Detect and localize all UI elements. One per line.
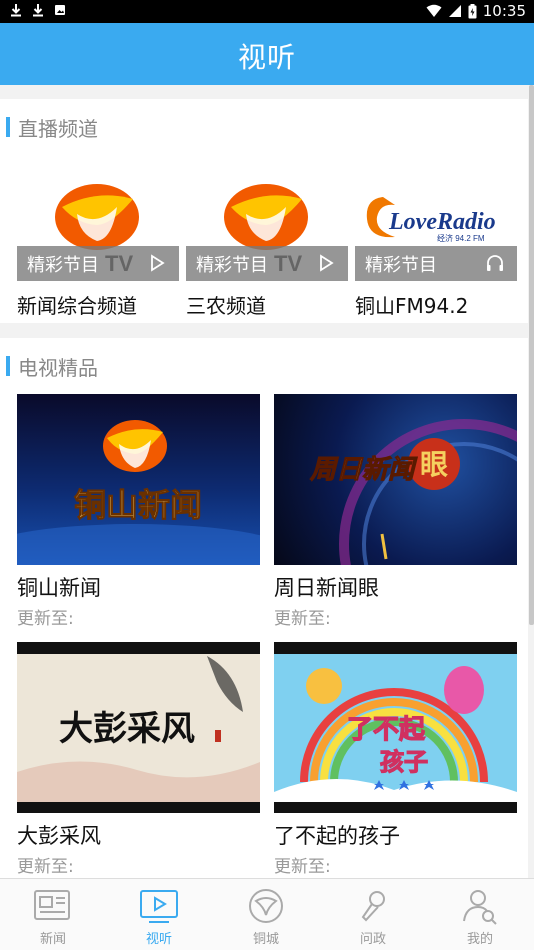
tv-programs-section: 电视精品 铜山新闻 铜山新闻 更新至: 周日新闻 眼 周日新闻眼 更新至: 大彭… (0, 338, 528, 878)
program-update-label: 更新至: (17, 609, 74, 629)
channel-thumbnail[interactable]: TV 精彩节目 (17, 169, 179, 281)
status-bar-left-icons (10, 3, 66, 17)
program-artwork: 了不起 孩子 (274, 654, 517, 802)
video-play-icon (140, 890, 178, 923)
radio-logo-subtext: 经济 94.2 FM (437, 233, 485, 243)
city-emblem-icon (249, 889, 283, 923)
nav-label: 视听 (145, 932, 172, 947)
program-name[interactable]: 大彭采风 (17, 820, 101, 850)
channel-overlay: 精彩节目 (186, 246, 348, 281)
scrollbar[interactable] (529, 85, 534, 625)
channel-name[interactable]: 三农频道 (186, 290, 266, 319)
wifi-icon (426, 4, 442, 17)
nav-label: 我的 (466, 932, 493, 947)
section-header: 直播频道 (6, 116, 98, 141)
channel-overlay: 精彩节目 (17, 246, 179, 281)
program-name[interactable]: 周日新闻眼 (274, 572, 379, 602)
main-content[interactable]: 直播频道 TV 精彩节目 新闻综合频道 (0, 85, 528, 878)
overlay-label: 精彩节目 (27, 255, 99, 276)
channel-thumbnail[interactable]: LoveRadio 经济 94.2 FM 精彩节目 (355, 169, 517, 281)
nav-label: 问政 (359, 932, 386, 947)
live-channels-section: 直播频道 TV 精彩节目 新闻综合频道 (0, 99, 528, 323)
overlay-label: 精彩节目 (365, 255, 437, 276)
program-image[interactable]: 大彭采风 (17, 642, 260, 813)
program-image-text: 了不起 (347, 715, 426, 745)
section-accent-bar (6, 356, 10, 376)
program-update-label: 更新至: (274, 609, 331, 629)
program-image-text: 铜山新闻 (74, 486, 202, 524)
title-bar: 视听 (0, 23, 534, 85)
download-icon (11, 4, 21, 17)
battery-icon (468, 3, 477, 18)
overlay-label: 精彩节目 (196, 255, 268, 276)
program-image[interactable]: 铜山新闻 (17, 394, 260, 565)
program-image-text: 孩子 (380, 748, 428, 776)
status-bar-right: 10:35 (426, 2, 526, 20)
nav-item-city[interactable]: 铜城 (213, 879, 319, 950)
play-icon (151, 254, 165, 272)
channel-name[interactable]: 新闻综合频道 (17, 290, 137, 319)
section-accent-bar (6, 117, 10, 137)
program-update-label: 更新至: (274, 857, 331, 877)
program-image-text: 大彭采风 (59, 709, 195, 749)
status-bar: 10:35 (0, 0, 534, 23)
nav-label: 铜城 (252, 932, 279, 947)
channel-overlay: 精彩节目 (355, 246, 517, 281)
program-image[interactable]: 周日新闻 眼 (274, 394, 517, 565)
nav-item-audiovisual[interactable]: 视听 (106, 879, 212, 950)
newspaper-icon (34, 890, 70, 920)
program-artwork: 周日新闻 眼 (308, 419, 517, 565)
section-title: 电视精品 (18, 355, 98, 380)
program-name[interactable]: 铜山新闻 (17, 572, 101, 602)
program-update-label: 更新至: (17, 857, 74, 877)
radio-logo-text: LoveRadio (388, 209, 496, 235)
nav-item-news[interactable]: 新闻 (0, 879, 106, 950)
headphones-icon (487, 255, 503, 271)
channel-thumbnail[interactable]: TV 精彩节目 (186, 169, 348, 281)
nav-item-politics[interactable]: 问政 (320, 879, 426, 950)
nav-item-mine[interactable]: 我的 (427, 879, 533, 950)
play-icon (320, 254, 334, 272)
program-artwork: 铜山新闻 (17, 420, 260, 565)
program-artwork: 大彭采风 (17, 654, 260, 802)
section-title: 直播频道 (18, 116, 98, 141)
program-image-text: 周日新闻 (309, 455, 418, 485)
page-title: 视听 (237, 41, 296, 74)
section-header: 电视精品 (6, 355, 98, 380)
signal-icon (448, 5, 461, 17)
nav-label: 新闻 (39, 932, 66, 947)
user-search-icon (463, 890, 497, 925)
status-time: 10:35 (482, 2, 526, 20)
program-image[interactable]: 了不起 孩子 (274, 642, 517, 813)
program-image-text: 眼 (420, 448, 448, 481)
download-icon (33, 4, 43, 17)
program-name[interactable]: 了不起的孩子 (274, 820, 400, 850)
microphone-icon (361, 891, 385, 922)
bottom-nav: 新闻 视听 铜城 问政 我的 (0, 878, 534, 950)
photo-icon (55, 5, 65, 15)
channel-name[interactable]: 铜山FM94.2 (355, 290, 468, 319)
